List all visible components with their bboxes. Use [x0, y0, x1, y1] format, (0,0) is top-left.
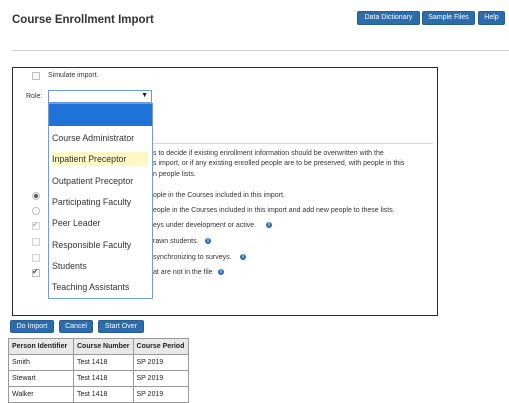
- remove-missing-checkbox[interactable]: [32, 267, 40, 277]
- role-option-course-administrator[interactable]: Course Administrator: [52, 131, 148, 145]
- overwrite-radio[interactable]: [32, 192, 40, 200]
- table-cell: SP 2019: [132, 370, 189, 387]
- help-button[interactable]: Help: [478, 11, 505, 25]
- table-cell: Test 1418: [73, 386, 134, 403]
- cancel-button[interactable]: Cancel: [59, 320, 93, 333]
- description-line-2: s import, or if any existing enrolled pe…: [153, 160, 405, 167]
- role-option-teaching-assistants[interactable]: Teaching Assistants: [52, 280, 148, 294]
- remove-missing-option-label: at are not in the file: [153, 269, 213, 276]
- info-circle-icon[interactable]: i: [205, 238, 211, 244]
- table-cell: Test 1418: [73, 354, 134, 371]
- surveys-option-label: eys under development or active.: [153, 222, 257, 229]
- info-circle-icon[interactable]: i: [266, 222, 272, 228]
- data-dictionary-button[interactable]: Data Dictionary: [357, 11, 420, 25]
- withdrawn-checkbox[interactable]: [32, 238, 40, 246]
- description-line-1: s to decide if existing enrollment infor…: [153, 150, 384, 157]
- sample-files-button[interactable]: Sample Files: [422, 11, 475, 25]
- role-option-outpatient-preceptor[interactable]: Outpatient Preceptor: [52, 174, 148, 188]
- table-header-row: Person Identifier Course Number Course P…: [8, 338, 189, 355]
- sync-surveys-checkbox[interactable]: [32, 254, 40, 262]
- column-header: Course Number: [73, 338, 134, 355]
- table-row: Walker Test 1418 SP 2019: [8, 386, 189, 403]
- page-title: Course Enrollment Import: [12, 14, 154, 26]
- role-label: Role:: [26, 93, 43, 100]
- preserve-option-label: eople in the Courses included in this im…: [153, 207, 395, 214]
- preserve-radio[interactable]: [32, 207, 40, 215]
- table-cell: Walker: [8, 386, 74, 403]
- description-line-3: n people lists.: [153, 171, 196, 178]
- table-cell: Smith: [8, 354, 74, 371]
- table-cell: Test 1418: [73, 370, 134, 387]
- table-cell: SP 2019: [132, 354, 189, 371]
- role-option-participating-faculty[interactable]: Participating Faculty: [52, 195, 148, 209]
- overwrite-option-label: ople in the Courses included in this imp…: [153, 192, 285, 199]
- table-row: Stewart Test 1418 SP 2019: [8, 370, 189, 387]
- table-cell: SP 2019: [132, 386, 189, 403]
- withdrawn-option-label: rawn students.: [153, 238, 199, 245]
- do-import-button[interactable]: Do Import: [10, 320, 54, 333]
- role-option-students[interactable]: Students: [52, 259, 148, 273]
- role-option-responsible-faculty[interactable]: Responsible Faculty: [52, 238, 148, 252]
- header-divider: [12, 50, 509, 51]
- role-select[interactable]: ▼: [48, 90, 152, 103]
- role-option-blank[interactable]: [49, 104, 152, 126]
- table-cell: Stewart: [8, 370, 74, 387]
- info-circle-icon[interactable]: i: [218, 269, 224, 275]
- simulate-import-label: Simulate import.: [48, 72, 99, 79]
- import-preview-table: Person Identifier Course Number Course P…: [8, 338, 189, 403]
- role-dropdown-list: Course Administrator Inpatient Preceptor…: [48, 103, 153, 299]
- table-row: Smith Test 1418 SP 2019: [8, 354, 189, 371]
- simulate-import-checkbox[interactable]: [32, 72, 40, 80]
- caret-down-icon: ▼: [141, 92, 148, 99]
- column-header: Person Identifier: [8, 338, 74, 355]
- column-header: Course Period: [132, 338, 189, 355]
- role-option-inpatient-preceptor[interactable]: Inpatient Preceptor: [52, 152, 148, 166]
- start-over-button[interactable]: Start Over: [98, 320, 144, 333]
- info-circle-icon[interactable]: i: [240, 254, 246, 260]
- surveys-checkbox[interactable]: [32, 220, 40, 230]
- role-option-peer-leader[interactable]: Peer Leader: [52, 216, 148, 230]
- sync-option-label: synchronizing to surveys.: [153, 254, 232, 261]
- panel-divider: [135, 143, 433, 144]
